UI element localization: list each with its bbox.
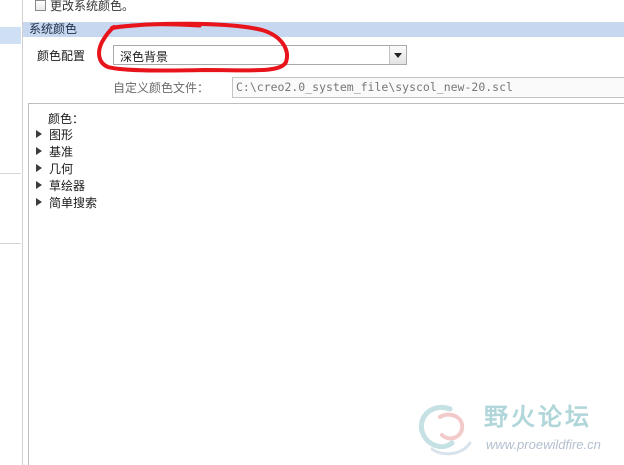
left-nav-pane xyxy=(0,0,23,465)
tree-item-label: 图形 xyxy=(49,127,74,142)
change-system-colors-option[interactable]: 更改系统颜色。 xyxy=(35,0,134,14)
tree-item-sketcher[interactable]: 草绘器 xyxy=(36,177,85,193)
color-scheme-dropdown[interactable]: 深色背景 xyxy=(113,45,407,65)
tree-item-graphics[interactable]: 图形 xyxy=(36,126,73,142)
chevron-down-icon xyxy=(394,52,402,58)
expand-arrow-icon[interactable] xyxy=(36,181,42,189)
custom-color-file-label: 自定义颜色文件： xyxy=(113,81,210,95)
tree-item-label: 几何 xyxy=(49,161,74,176)
color-scheme-selected-value: 深色背景 xyxy=(120,50,169,64)
watermark-name: 野火论坛 xyxy=(484,402,592,431)
left-nav-divider xyxy=(0,173,21,174)
expand-arrow-icon[interactable] xyxy=(36,130,42,138)
left-nav-selected-item[interactable] xyxy=(0,27,21,44)
tree-item-simple-search[interactable]: 简单搜索 xyxy=(36,194,97,210)
change-system-colors-label: 更改系统颜色。 xyxy=(50,0,135,13)
tree-item-label: 基准 xyxy=(49,144,74,159)
section-header: 系统颜色 xyxy=(23,22,624,37)
expand-arrow-icon[interactable] xyxy=(36,164,42,172)
expand-arrow-icon[interactable] xyxy=(36,147,42,155)
watermark-logo-icon xyxy=(418,405,472,456)
tree-item-label: 草绘器 xyxy=(49,178,86,193)
custom-color-file-input[interactable]: C:\creo2.0_system_file\syscol_new-20.scl xyxy=(232,77,624,98)
forum-watermark: 野火论坛 www.proewildfire.cn xyxy=(412,395,624,465)
color-scheme-label: 颜色配置 xyxy=(37,49,86,63)
dropdown-arrow-button[interactable] xyxy=(389,46,406,64)
watermark-url: www.proewildfire.cn xyxy=(486,437,601,452)
expand-arrow-icon[interactable] xyxy=(36,198,42,206)
tree-item-datum[interactable]: 基准 xyxy=(36,143,73,159)
tree-item-geometry[interactable]: 几何 xyxy=(36,160,73,176)
change-system-colors-checkbox[interactable] xyxy=(35,0,46,11)
left-nav-divider xyxy=(0,243,21,244)
color-tree-header: 颜色： xyxy=(48,112,85,126)
tree-item-label: 简单搜索 xyxy=(49,195,98,210)
